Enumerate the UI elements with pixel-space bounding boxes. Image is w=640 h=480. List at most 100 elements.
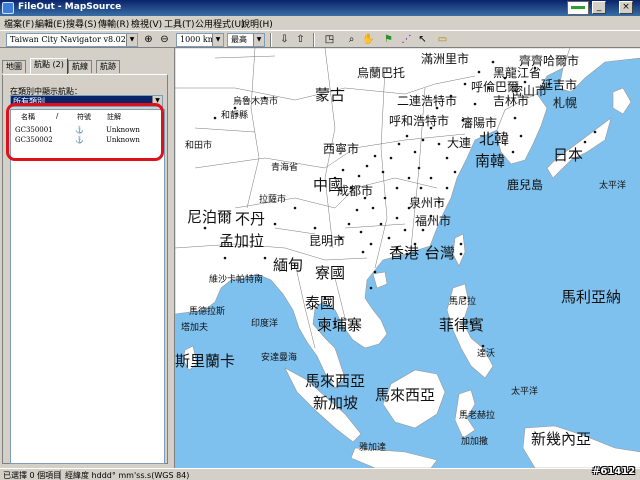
map-label: 台灣 bbox=[425, 244, 456, 262]
scale-value: 1000 km bbox=[180, 35, 216, 44]
map-label: 斯里蘭卡 bbox=[175, 352, 236, 370]
map-label: 青海省 bbox=[271, 163, 299, 173]
map-label: 香港 bbox=[389, 244, 420, 262]
chevron-down-icon: ▼ bbox=[212, 34, 223, 46]
map-tool-button[interactable]: ◳ bbox=[322, 33, 337, 47]
map-product-select[interactable]: Taiwan City Navigator v8.02 ▼ bbox=[6, 33, 138, 47]
map-label: 福州市 bbox=[415, 214, 452, 228]
map-label: 南韓 bbox=[475, 152, 506, 170]
map-label: 馬德拉斯 bbox=[189, 307, 226, 317]
watermark: #61412 bbox=[592, 466, 636, 477]
status-bar: 已選擇 0 個項目 經緯度 hddd° mm'ss.s(WGS 84) bbox=[0, 468, 640, 480]
map-label: 新幾內亞 bbox=[531, 430, 592, 448]
map-label: 尼泊爾 bbox=[187, 208, 233, 226]
selection-pointer-icon[interactable]: ↖ bbox=[415, 33, 430, 47]
map-label: 鹿兒島 bbox=[507, 178, 544, 192]
app-icon bbox=[2, 2, 14, 14]
map-label: 昆明市 bbox=[309, 234, 346, 248]
chevron-down-icon: ▼ bbox=[126, 34, 137, 46]
map-label: 馬來西亞 bbox=[305, 372, 366, 390]
map-label: 烏蘭巴托 bbox=[357, 66, 406, 80]
map-label: 日本 bbox=[553, 146, 584, 164]
tab-maps[interactable]: 地圖 bbox=[2, 60, 26, 73]
title-bar: FileOut - MapSource _ × bbox=[0, 0, 640, 16]
menu-help[interactable]: 說明(H) bbox=[241, 17, 273, 30]
zoom-out-button[interactable]: ⊖ bbox=[157, 33, 172, 47]
map-label: 泉州市 bbox=[409, 196, 446, 210]
coordinate-format: 經緯度 hddd° mm'ss.s(WGS 84) bbox=[65, 471, 190, 480]
map-label: 密山市 bbox=[511, 84, 548, 98]
map-label: 大連 bbox=[447, 136, 472, 150]
map-product-value: Taiwan City Navigator v8.02 bbox=[10, 35, 126, 44]
map-label: 馬來西亞 bbox=[375, 386, 436, 404]
map-label: 維沙卡帕特南 bbox=[209, 275, 264, 285]
hand-tool-icon[interactable]: ✋ bbox=[361, 33, 376, 47]
map-view[interactable]: 滿洲里市 黑龍江省 齊齊哈爾市 呼倫巴爾 烏蘭巴托 蒙古 烏魯木齊市 和靜縣 二… bbox=[174, 48, 640, 468]
map-label: 馬尼拉 bbox=[449, 297, 477, 307]
tab-waypoints[interactable]: 航點 (2) bbox=[30, 58, 68, 74]
map-label: 馬利亞納 bbox=[561, 288, 622, 306]
tab-tracks[interactable]: 航跡 bbox=[96, 60, 120, 73]
map-label: 和靜縣 bbox=[221, 111, 249, 121]
scale-select[interactable]: 1000 km ▼ bbox=[176, 33, 224, 47]
window-title: FileOut - MapSource bbox=[18, 2, 122, 12]
thumbnail-icon bbox=[567, 1, 589, 15]
waypoint-flag-tool-button[interactable]: ⚑ bbox=[381, 33, 396, 47]
map-label: 新加坡 bbox=[313, 394, 359, 412]
map-label: 齊齊哈爾市 bbox=[519, 54, 580, 68]
map-label: 馬老赫拉 bbox=[459, 411, 496, 421]
map-label: 塔加夫 bbox=[181, 323, 209, 333]
highlight-annotation bbox=[6, 103, 164, 161]
status-separator bbox=[60, 470, 61, 480]
map-label: 太平洋 bbox=[511, 387, 539, 397]
map-label: 寮國 bbox=[315, 264, 346, 282]
map-label: 泰國 bbox=[305, 294, 336, 312]
map-label: 呼和浩特市 bbox=[389, 114, 450, 128]
menu-search[interactable]: 搜尋(S) bbox=[66, 17, 97, 30]
map-label: 北韓 bbox=[479, 130, 510, 148]
chevron-down-icon: ▼ bbox=[253, 34, 264, 46]
menu-tools[interactable]: 工具(T) bbox=[164, 17, 195, 30]
map-label: 二連浩特市 bbox=[397, 94, 458, 108]
menu-edit[interactable]: 編輯(E) bbox=[35, 17, 66, 30]
map-label: 達沃 bbox=[477, 349, 496, 359]
detail-select[interactable]: 最高 ▼ bbox=[227, 33, 265, 47]
menu-file[interactable]: 檔案(F) bbox=[4, 17, 34, 30]
map-label: 柬埔寨 bbox=[317, 316, 363, 334]
map-label: 拉薩市 bbox=[259, 195, 287, 205]
map-label: 加加撒 bbox=[461, 437, 489, 447]
waypoint-list[interactable]: 名稱 / 符號 註解 GC350001 ⚓ Unknown GC350002 ⚓… bbox=[10, 109, 165, 464]
map-label: 緬甸 bbox=[273, 256, 304, 274]
map-label: 蒙古 bbox=[315, 86, 346, 104]
toolbar-separator bbox=[270, 33, 272, 47]
hainan-landmass bbox=[372, 271, 388, 289]
toolbar-separator bbox=[313, 33, 315, 47]
selection-status: 已選擇 0 個項目 bbox=[3, 471, 62, 480]
menu-bar: 檔案(F) 編輯(E) 搜尋(S) 傳輸(R) 檢視(V) 工具(T) 公用程式… bbox=[0, 16, 640, 30]
map-label: 菲律賓 bbox=[439, 316, 485, 334]
menu-view[interactable]: 檢視(V) bbox=[131, 17, 162, 30]
map-label: 不丹 bbox=[235, 210, 266, 228]
map-label: 雅加達 bbox=[359, 443, 387, 453]
map-label: 孟加拉 bbox=[219, 232, 265, 250]
map-label: 太平洋 bbox=[599, 181, 627, 191]
menu-transfer[interactable]: 傳輸(R) bbox=[98, 17, 129, 30]
route-tool-button[interactable]: ⋰ bbox=[399, 33, 414, 47]
minimize-button[interactable]: _ bbox=[592, 1, 606, 14]
tab-routes[interactable]: 航線 bbox=[68, 60, 92, 73]
close-button[interactable]: × bbox=[619, 1, 633, 14]
menu-utilities[interactable]: 公用程式(U) bbox=[195, 17, 245, 30]
send-to-device-button[interactable]: ⇧ bbox=[293, 33, 308, 47]
map-label: 和田市 bbox=[185, 141, 213, 151]
map-label: 安達曼海 bbox=[261, 353, 298, 363]
zoom-tool-button[interactable]: ⌕ bbox=[344, 33, 359, 47]
map-label: 札幌 bbox=[553, 96, 578, 110]
measure-tool-button[interactable]: ▭ bbox=[435, 33, 450, 47]
map-label: 烏魯木齊市 bbox=[233, 97, 279, 107]
map-label: 印度洋 bbox=[251, 319, 279, 329]
map-label: 成都市 bbox=[337, 184, 374, 198]
receive-from-device-button[interactable]: ⇩ bbox=[277, 33, 292, 47]
map-label: 西寧市 bbox=[323, 142, 360, 156]
zoom-in-button[interactable]: ⊕ bbox=[141, 33, 156, 47]
map-label: 滿洲里市 bbox=[421, 52, 470, 66]
